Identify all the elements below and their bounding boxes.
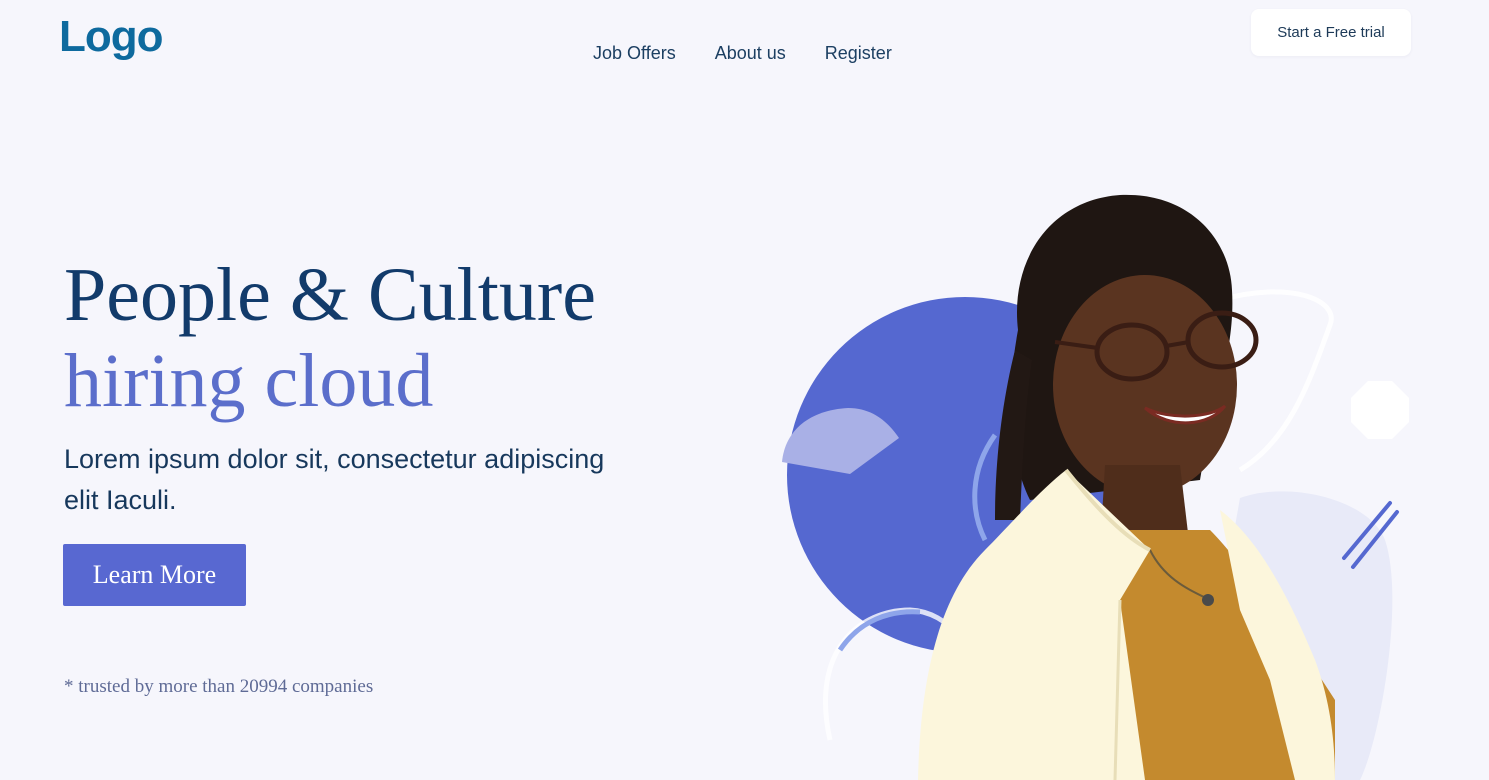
hero-title: People & Culture hiring cloud bbox=[64, 252, 596, 424]
logo[interactable]: Logo bbox=[59, 12, 164, 62]
learn-more-button[interactable]: Learn More bbox=[63, 544, 246, 606]
hero-subtitle: Lorem ipsum dolor sit, consectetur adipi… bbox=[64, 444, 605, 515]
person-face bbox=[1053, 275, 1237, 495]
nav-about-us[interactable]: About us bbox=[715, 43, 786, 64]
main-nav: Job Offers About us Register bbox=[593, 43, 892, 64]
nav-register[interactable]: Register bbox=[825, 43, 892, 64]
landing-page: Logo Job Offers About us Register Start … bbox=[0, 0, 1489, 780]
hero-title-line-1: People & Culture bbox=[64, 253, 596, 337]
nav-job-offers[interactable]: Job Offers bbox=[593, 43, 676, 64]
hero-title-line-2: hiring cloud bbox=[64, 339, 434, 423]
decorative-dot bbox=[1351, 381, 1409, 439]
start-free-trial-button[interactable]: Start a Free trial bbox=[1251, 9, 1411, 56]
trusted-note: * trusted by more than 20994 companies bbox=[64, 676, 374, 697]
hero-illustration bbox=[782, 194, 1409, 780]
person-pendant bbox=[1202, 594, 1214, 606]
